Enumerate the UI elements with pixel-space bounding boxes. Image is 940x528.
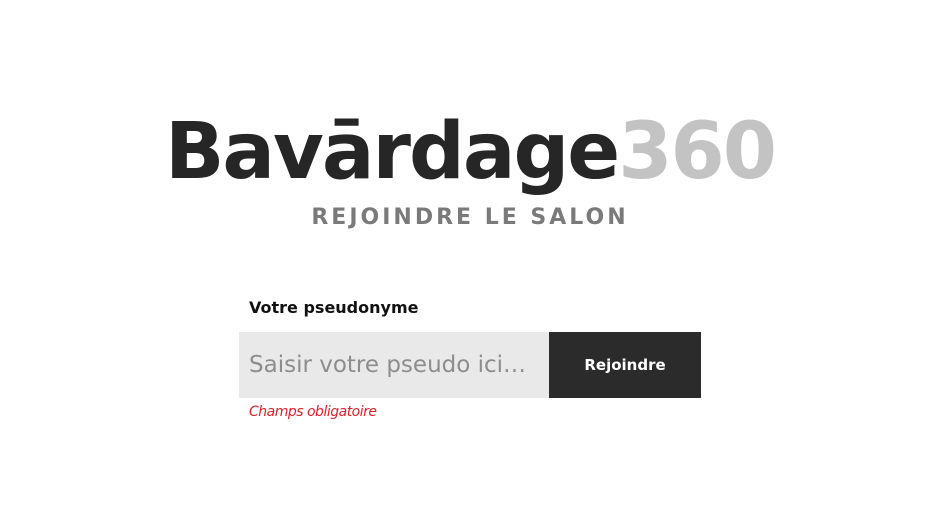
brand-name: Bavārdage <box>164 107 620 197</box>
required-error-message: Champs obligatoire <box>249 404 377 420</box>
pseudo-input[interactable] <box>239 332 549 398</box>
brand-number: 360 <box>618 107 777 197</box>
join-button[interactable]: Rejoindre <box>549 332 701 398</box>
join-page: Bavārdage360 REJOINDRE LE SALON Votre ps… <box>0 0 940 528</box>
page-subtitle: REJOINDRE LE SALON <box>311 205 629 230</box>
brand-logo: Bavārdage360 <box>0 104 940 200</box>
pseudo-label: Votre pseudonyme <box>249 298 419 317</box>
